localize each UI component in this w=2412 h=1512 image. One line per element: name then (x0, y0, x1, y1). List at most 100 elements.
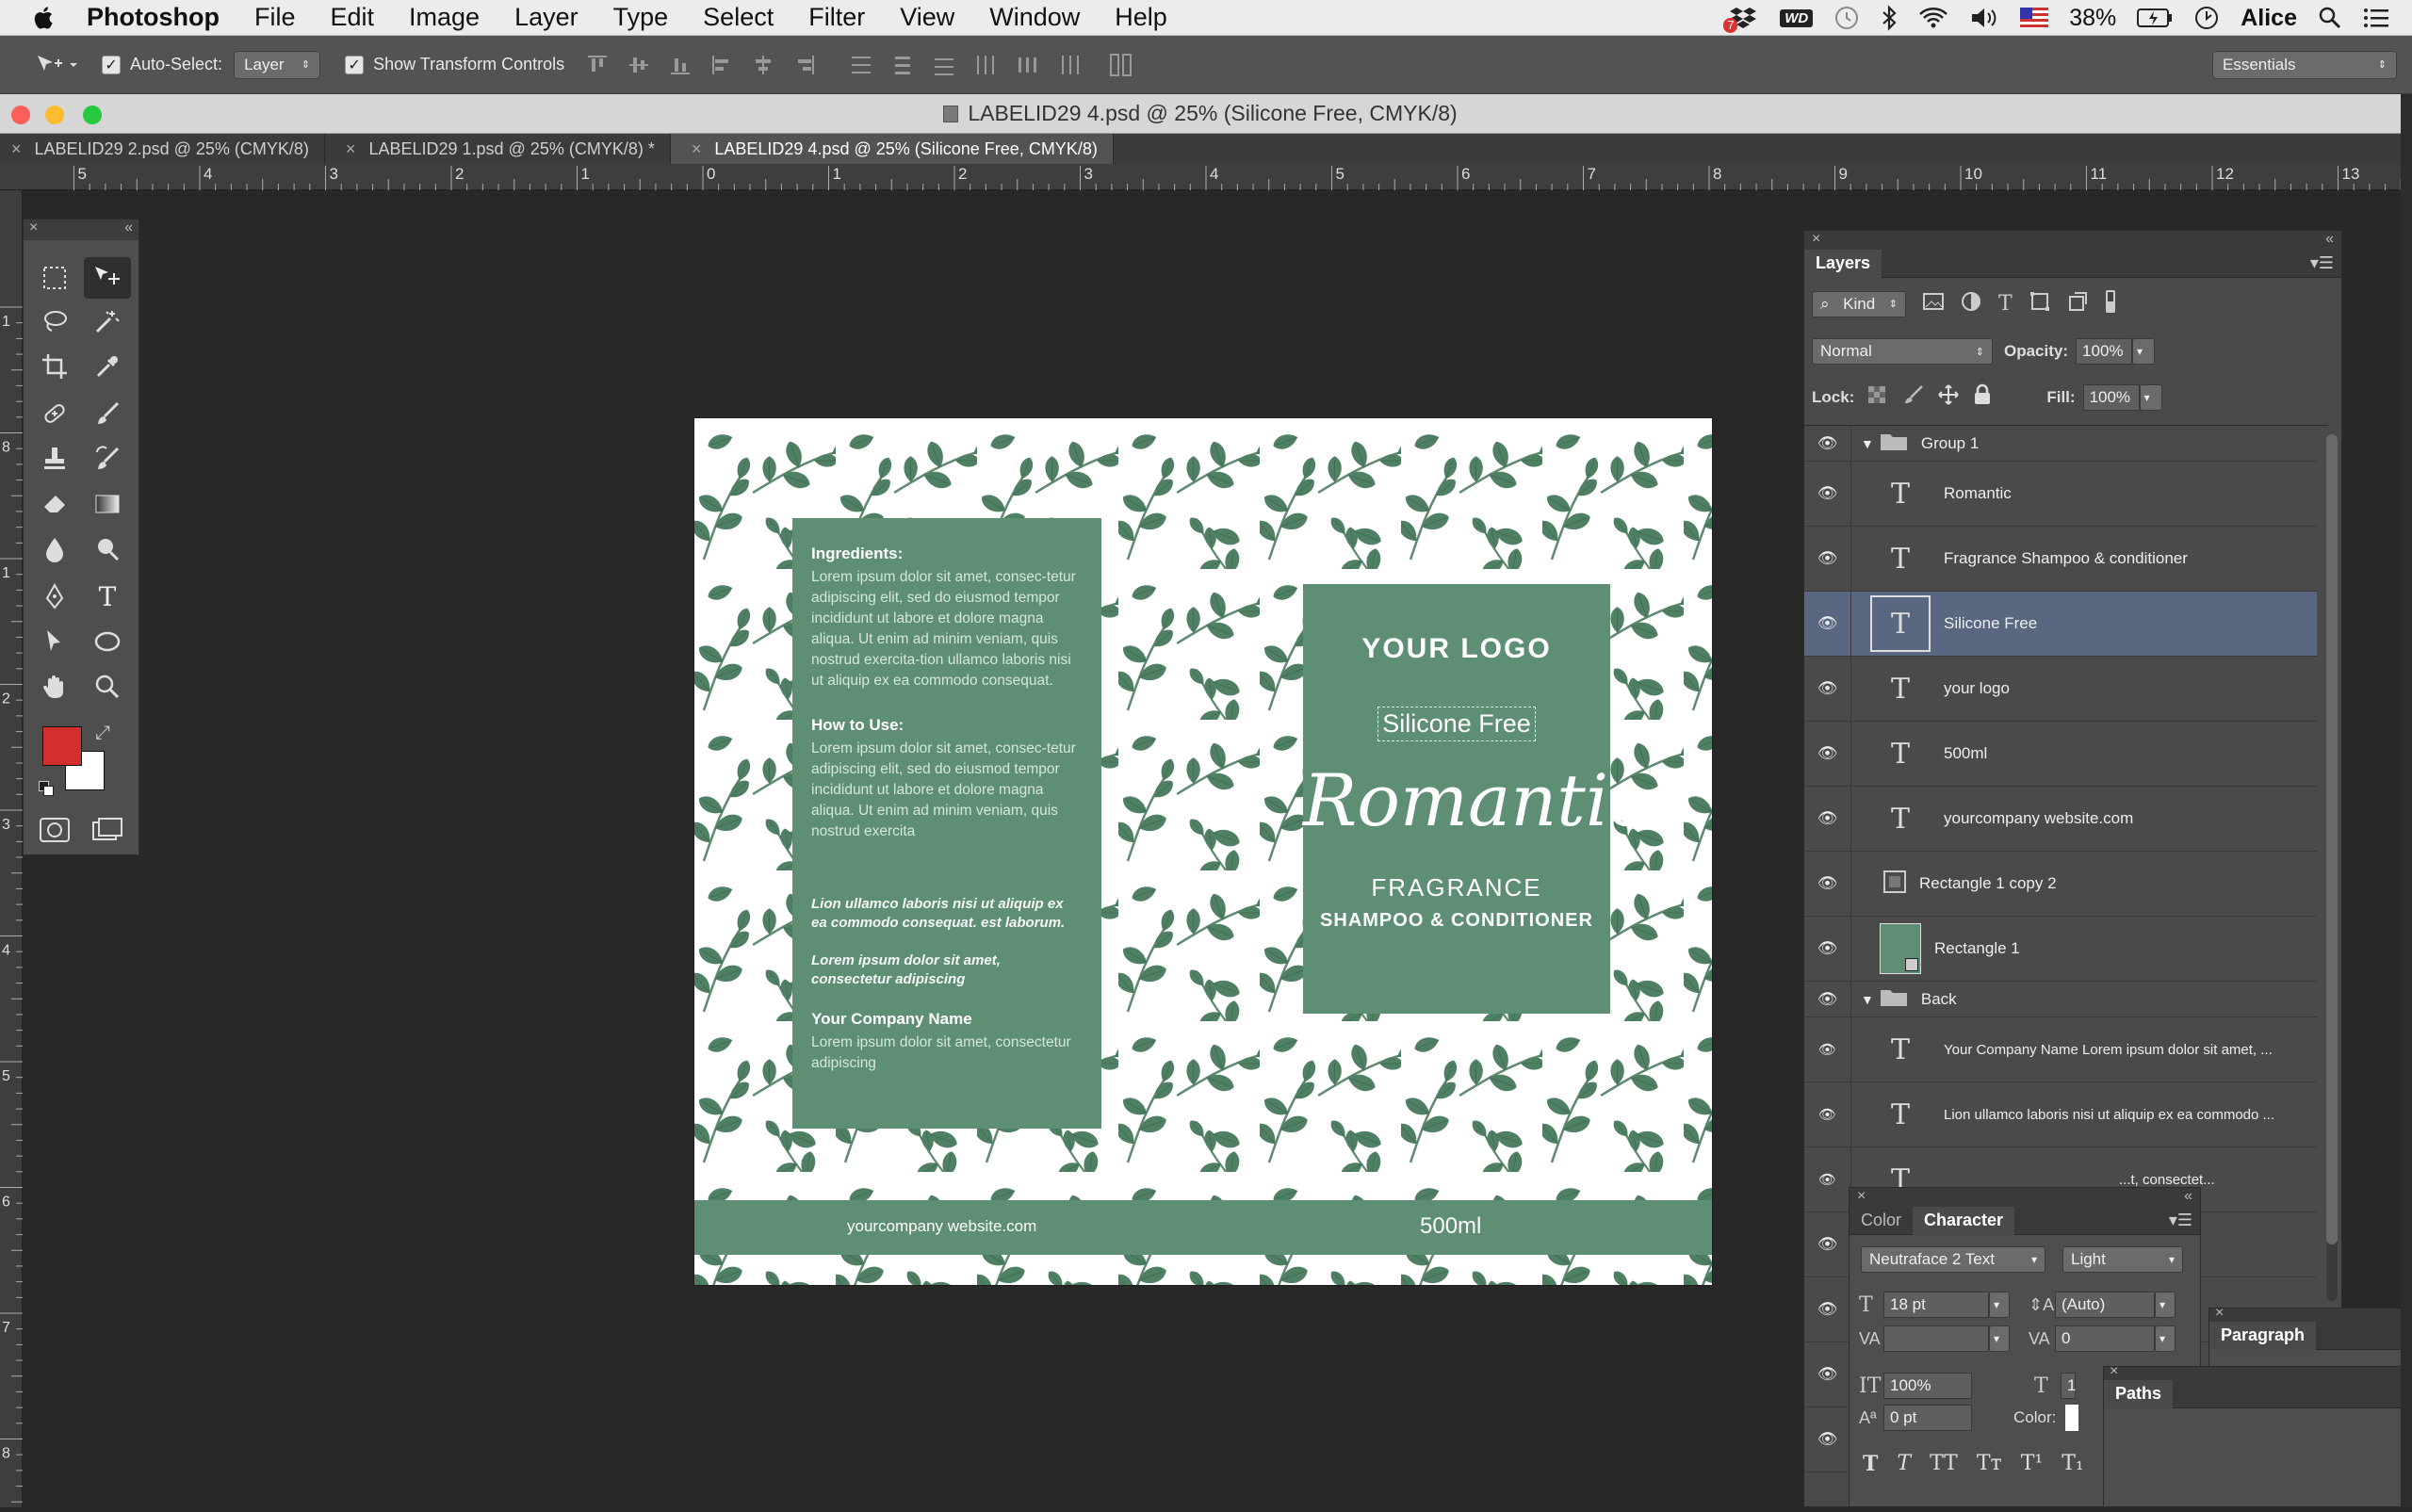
layer-rectangle-1[interactable]: 👁 Rectangle 1 (1804, 917, 2317, 982)
tracking-input[interactable]: 0 (2055, 1325, 2155, 1352)
leading-input[interactable]: (Auto) (2055, 1292, 2155, 1318)
align-left-icon[interactable] (708, 51, 736, 79)
faux-italic-icon[interactable]: T (1897, 1452, 1911, 1476)
align-right-icon[interactable] (790, 51, 819, 79)
font-size-dropdown[interactable]: ▾ (1989, 1292, 2010, 1318)
collapse-panel-icon[interactable]: « (124, 219, 133, 236)
close-panel-icon[interactable]: × (29, 219, 38, 236)
filter-smart-object-icon[interactable] (2067, 291, 2088, 317)
layer-rectangle-1-copy-2[interactable]: 👁 Rectangle 1 copy 2 (1804, 852, 2317, 917)
battery-icon[interactable] (2137, 5, 2173, 31)
move-tool-preset-icon[interactable] (32, 51, 79, 79)
layer-lion-ullamco[interactable]: 👁 T Lion ullamco laboris nisi ut aliquip… (1804, 1082, 2317, 1147)
ellipse-tool[interactable] (84, 621, 131, 662)
auto-align-icon[interactable] (1107, 51, 1135, 79)
align-top-icon[interactable] (583, 51, 611, 79)
distribute-right-icon[interactable] (1054, 51, 1083, 79)
visibility-eye-icon[interactable]: 👁 (1804, 462, 1851, 526)
layer-romantic[interactable]: 👁 T Romantic (1804, 462, 2317, 527)
close-panel-icon[interactable]: × (2215, 1305, 2224, 1322)
wifi-icon[interactable] (1918, 5, 1948, 31)
filter-kind-dropdown[interactable]: ⌕ Kind ⇕ (1812, 290, 1906, 317)
superscript-icon[interactable]: T¹ (2021, 1452, 2044, 1476)
visibility-eye-icon[interactable]: 👁 (1804, 917, 1851, 981)
filter-shape-icon[interactable] (2029, 291, 2050, 317)
close-panel-icon[interactable]: × (2110, 1363, 2118, 1380)
align-bottom-icon[interactable] (666, 51, 694, 79)
visibility-eye-icon[interactable]: 👁 (1804, 657, 1851, 721)
tab-labelid29-1[interactable]: × LABELID29 1.psd @ 25% (CMYK/8) * (325, 134, 671, 164)
visibility-eye-icon[interactable]: 👁 (1804, 592, 1851, 656)
workspace-dropdown[interactable]: Essentials ⇕ (2212, 50, 2397, 79)
menu-type[interactable]: Type (613, 3, 669, 32)
visibility-eye-icon[interactable]: 👁 (1804, 982, 1851, 1016)
font-family-dropdown[interactable]: Neutraface 2 Text ▾ (1861, 1246, 2045, 1273)
app-menu[interactable]: Photoshop (87, 3, 220, 32)
filter-toggle-icon[interactable] (2105, 289, 2116, 318)
wd-icon[interactable]: WD (1780, 5, 1814, 31)
blend-mode-dropdown[interactable]: Normal ⇕ (1812, 338, 1993, 365)
close-tab-icon[interactable]: × (11, 139, 22, 159)
scrollbar-thumb[interactable] (2326, 434, 2338, 1244)
tab-labelid29-2[interactable]: × LABELID29 2.psd @ 25% (CMYK/8) (0, 134, 325, 164)
visibility-eye-icon[interactable]: 👁 (1804, 1212, 1851, 1276)
quick-mask-button[interactable] (31, 809, 78, 851)
visibility-eye-icon[interactable]: 👁 (1804, 1342, 1851, 1406)
disclosure-triangle-icon[interactable]: ▼ (1861, 992, 1874, 1007)
silicone-free-text[interactable]: Silicone Free (1377, 707, 1536, 741)
faux-bold-icon[interactable]: T (1863, 1452, 1878, 1476)
screen-mode-button[interactable] (84, 809, 131, 851)
tools-panel-header[interactable]: × « (24, 219, 139, 240)
small-caps-icon[interactable]: Tт (1977, 1452, 2002, 1476)
filter-type-icon[interactable]: T (1998, 292, 2013, 316)
distribute-left-icon[interactable] (971, 51, 1000, 79)
text-color-swatch[interactable] (2065, 1405, 2079, 1431)
visibility-eye-icon[interactable]: 👁 (1804, 787, 1851, 851)
visibility-eye-icon[interactable]: 👁 (1804, 1407, 1851, 1471)
tab-labelid29-4[interactable]: × LABELID29 4.psd @ 25% (Silicone Free, C… (670, 134, 1114, 164)
disclosure-triangle-icon[interactable]: ▼ (1861, 436, 1874, 451)
font-size-input[interactable]: 18 pt (1883, 1292, 1989, 1318)
tab-paths[interactable]: Paths (2104, 1379, 2174, 1408)
paragraph-panel-header[interactable]: × (2209, 1305, 2411, 1322)
layer-silicone-free[interactable]: 👁 T Silicone Free (1804, 592, 2317, 657)
foreground-color-swatch[interactable] (42, 726, 82, 766)
time-machine-icon[interactable] (1833, 5, 1860, 31)
user-name[interactable]: Alice (2241, 5, 2297, 32)
show-transform-checkbox[interactable]: ✓ (345, 55, 365, 74)
eraser-tool[interactable] (31, 483, 78, 525)
baseline-shift-input[interactable]: 0 pt (1883, 1405, 1972, 1431)
type-tool[interactable]: T (84, 576, 131, 617)
menu-select[interactable]: Select (703, 3, 774, 32)
path-selection-tool[interactable] (31, 621, 78, 662)
collapse-panel-icon[interactable]: « (2325, 231, 2334, 248)
distribute-bottom-icon[interactable] (930, 51, 958, 79)
swap-colors-icon[interactable]: ⤢ (95, 723, 110, 744)
subscript-icon[interactable]: T₁ (2062, 1452, 2084, 1476)
panel-menu-icon[interactable]: ▾☰ (2169, 1211, 2192, 1230)
dropbox-icon[interactable]: 7 (1723, 5, 1759, 33)
layer-500ml[interactable]: 👁 T 500ml (1804, 722, 2317, 787)
collapse-panel-icon[interactable]: « (2184, 1188, 2192, 1205)
document-canvas[interactable]: Ingredients: Lorem ipsum dolor sit amet,… (694, 418, 1712, 1285)
visibility-eye-icon[interactable]: 👁 (1804, 1017, 1851, 1081)
close-window-button[interactable] (11, 106, 30, 124)
zoom-window-button[interactable] (83, 106, 102, 124)
menu-layer[interactable]: Layer (514, 3, 579, 32)
menu-file[interactable]: File (254, 3, 296, 32)
layer-website[interactable]: 👁 T yourcompany website.com (1804, 787, 2317, 852)
kerning-input[interactable] (1883, 1325, 1989, 1352)
layer-fragrance[interactable]: 👁 T Fragrance Shampoo & conditioner (1804, 527, 2317, 592)
lock-transparent-icon[interactable] (1867, 385, 1886, 409)
eyedropper-tool[interactable] (84, 346, 131, 387)
tab-character[interactable]: Character (1913, 1206, 2015, 1235)
visibility-eye-icon[interactable]: 👁 (1804, 722, 1851, 786)
visibility-eye-icon[interactable]: 👁 (1804, 1147, 1851, 1211)
lock-position-icon[interactable] (1937, 383, 1960, 411)
healing-brush-tool[interactable] (31, 393, 78, 434)
volume-icon[interactable] (1969, 5, 1999, 31)
lasso-tool[interactable] (31, 301, 78, 342)
lock-all-icon[interactable] (1973, 383, 1992, 411)
leading-dropdown[interactable]: ▾ (2155, 1292, 2176, 1318)
all-caps-icon[interactable]: TT (1930, 1452, 1958, 1476)
